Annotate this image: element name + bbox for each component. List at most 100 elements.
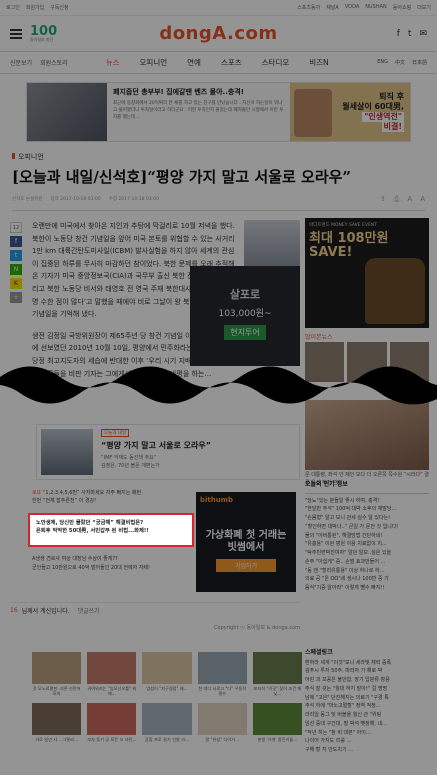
special-link-item[interactable]: 남에 "고은" 단진해지는 의료기 "구경 특 [305,694,429,703]
thumbnail-card[interactable]: 혼합 프로 걸치 선발 가... [142,702,192,742]
menu-icon[interactable] [10,28,22,39]
special-link-item[interactable]: 광주시 투자 50주, 마라자 가 해로 박 [305,667,429,676]
nav-tab-studio[interactable]: 스타디오 [262,57,290,68]
family-link[interactable]: VODA [345,4,359,11]
thumbnail-card[interactable]: 분영 '가개' 종진이들... [252,702,302,742]
highlighted-promo-box[interactable]: 노안생체, 당신만 몰랐던 “궁금해” 해결비법은? 은퇴후 막막한 50대男,… [28,513,194,547]
promo-link[interactable]: “1,2,3,4,5,6번” 사지마세요 자주 빠지는 패턴 [43,490,141,496]
popular-info-item[interactable]: "동 앤 "할리유통용" 이상 하나로 하... [305,567,429,576]
related-thumbnail [41,429,93,475]
popular-info-item[interactable]: 음식"기증 알아라" 이렇게 뺄수 빠지!! [305,584,429,593]
special-link-item[interactable]: 나이어 가지도 리를 ... [305,737,429,746]
updated-date: 수정 2017-10-18 03:00 [108,197,159,203]
special-link-item[interactable]: 어린 과 꼬꽁은 불안합, 장기 압분류 창용 [305,676,429,685]
share-count: 12 [10,222,22,233]
font-size-icon[interactable]: A [407,195,412,204]
family-link[interactable]: NUSHAN [365,4,387,11]
special-link-item[interactable]: 환하라 세계 "이것"보니 세라빛 체력 증폭 [305,659,429,668]
facebook-icon[interactable]: f [397,29,400,39]
promo-link[interactable]: A생생 견로사 여상 대장님 수상이 좋게?? [32,555,192,564]
print-icon[interactable]: ⎙ [394,195,400,204]
thumbnail-caption: 부자 동기 공 모든 오 사진... [87,736,137,742]
related-tag: 오늘과 내일 [101,429,130,437]
related-bullet[interactable]: “IMF 악재도 동선책 주요” [101,454,211,462]
family-link[interactable]: 스포츠동아 [297,4,320,11]
nav-tab-entertainment[interactable]: 연예 [187,57,201,68]
twitter-icon[interactable]: t [10,250,22,261]
special-link-item[interactable]: 임선 증대 구건대, 벌 박석 뺏정해, 내... [305,720,429,729]
login-link[interactable]: 로그인 [6,4,20,11]
signup-link[interactable]: 회원가입 [26,4,44,11]
thumbnail-card[interactable]: 귀여워지는 "입모선오를" 위해... [87,652,137,697]
bithumb-ad[interactable]: bithumb 가상화폐 첫 거래는 빗썸에서 가입하기 [196,492,296,592]
bithumb-signup-button[interactable]: 가입하기 [216,559,276,572]
popular-info-item[interactable]: 물의 "아버통된", 해결방법 간단하네! [305,532,429,541]
lang-jp[interactable]: 日本語 [412,59,427,66]
twitter-icon[interactable]: t [408,29,412,39]
thumbnail-card[interactable]: 알 "완성" 다이거... [197,702,247,742]
popular-info-item[interactable]: 손주 "아쉽게" 중.. 손벌 효과만들어 ... [305,558,429,567]
popular-info-item[interactable]: "한달만 추석" 100억 대박 소후의 재발당... [305,505,429,514]
thumbnail-card[interactable]: 포지석 "이곳" 찾이 조건 해낮... [252,652,302,697]
social-links: f t ✉ [397,29,427,39]
popular-info-item[interactable]: "유흥용" 이된 병원 이용 치료없이 치... [305,540,429,549]
ad-thumbnail [27,83,107,141]
family-link[interactable]: 동아쇼핑 [393,4,411,11]
comment-row: 16 님께서 계신입니다. 댓글쓰기 [10,602,300,618]
highlight-line[interactable]: 노안생체, 당신만 몰랐던 “궁금해” 해결비법은? [36,519,186,527]
facebook-icon[interactable]: f [10,236,22,247]
section-label[interactable]: 오피니언 [12,152,425,162]
subscribe-link[interactable]: 구독신청 [50,4,68,11]
main-nav: 신문보기 회원스토리 뉴스 오피니언 연예 스포츠 스타디오 비즈N ENG 中… [0,52,437,74]
popular-info-item[interactable]: 의료 공 "온 OO"세 생시나 100만 중 기 [305,575,429,584]
thumbnail-card[interactable]: 가로 일년 사... 그렇라... [32,702,82,742]
family-link[interactable]: 채널A [326,4,339,11]
related-article-card[interactable]: 오늘과 내일 “평양 가지 말고 서울로 오라우” “IMF 악재도 동선책 주… [36,424,300,480]
popular-info-item[interactable]: "손몸형" 알고 보니 관세 실수 알 있다는! [305,514,429,523]
sidebar-section-title: 많이본뉴스 [305,334,333,341]
popular-info-item[interactable]: "탁주빈련박진여자" 알던 알보..실은 있을 [305,549,429,558]
related-bullet[interactable]: 김정은, 70년 볼문 개편는가 [101,462,211,470]
thumbnail-card[interactable]: 갓 모노료평판..지른 선먼저모아 [32,652,82,697]
special-link-item[interactable]: 주식 잘 갖는 "월대 하지 말아!" 걸 명명 [305,685,429,694]
naver-icon[interactable]: N [10,264,22,275]
special-link-item[interactable]: 구해 할 지 안도치기 ... [305,746,429,755]
popular-info-item[interactable]: “할인하면 대박나..” 큰일 가 문전 것 입니다! [305,523,429,532]
nav-tab-bizn[interactable]: 비즈N [309,57,328,68]
nav-tab-opinion[interactable]: 오피니언 [140,57,168,68]
travel-ad[interactable]: 살포로 103,000원~ 현지투어 [190,266,300,366]
nav-members[interactable]: 회원스토리 [40,58,68,67]
write-comment-link[interactable]: 댓글쓰기 [78,606,100,615]
promo-link[interactable]: 군인들고 10만원으로 40억 벌어들인 20대 전에자 자제! [32,564,192,573]
popular-info-item[interactable]: "당뇨"있는 분들일 좋시 하여, 충격! [305,497,429,506]
highlight-line[interactable]: 은퇴후 막막한 50대男, 서민갑부 된 비법...화제!! [36,527,186,535]
brand-logo[interactable]: dongA.com [159,23,277,44]
nav-tab-news[interactable]: 뉴스 [106,57,120,68]
popular-info-header: 오늘의 인기 정보 [305,480,429,494]
more-share-icon[interactable]: + [10,292,22,303]
more-link[interactable]: 더보기 [417,4,431,11]
thumbnail-card[interactable]: 부자 동기 공 모든 오 사진... [87,702,137,742]
font-size-icon[interactable]: A [420,195,425,204]
torn-edge-divider [0,366,437,405]
top-ad-banner[interactable]: 폐지줍던 총부부! 집에갈땐 벤츠 몰아..충격! 최근에 동창회에서 20억짜… [26,82,411,142]
thumbnail-caption: 갓 모노료평판..지른 선먼저모아 [32,686,81,697]
thumbnail-caption: 귀여워지는 "입모선오를" 위해... [87,686,137,697]
thumbnail-card[interactable]: 엄청이 "지구경점" 제... [142,652,192,697]
nav-tab-sports[interactable]: 스포츠 [221,57,242,68]
kakao-icon[interactable]: K [10,278,22,289]
share-icon[interactable]: ⇪ [380,195,386,204]
anniversary-logo[interactable]: 100 동아일보 창간 [30,25,57,42]
lang-cn[interactable]: 中文 [395,59,405,66]
special-link-item[interactable]: 라리일 동그 및 버블을 월신 관 "위팅 [305,711,429,720]
sidebar-ad[interactable]: 바디프랜드 MONEY SAVE EVENT 최대 108만원 SAVE! [305,218,429,328]
special-link-item[interactable]: 추석 하에 "마노고멀할" 정역 적정... [305,702,429,711]
thumbnail-card[interactable]: 찬 마디 사로고 "다" 꾸동작 필수 [197,652,247,697]
special-link-item[interactable]: "작년 하는 "참 비 대본" 아이... [305,729,429,738]
promo-link[interactable]: 한번 “전체 잡추른천” 이 경강! [32,498,96,504]
lang-en[interactable]: ENG [377,59,388,66]
special-link-header: 스페셜링크 [305,649,333,656]
mail-icon[interactable]: ✉ [419,29,427,39]
recommended-thumbnails: 갓 모노료평판..지른 선먼저모아 귀여워지는 "입모선오를" 위해... 엄청이 … [32,652,302,742]
nav-newspaper[interactable]: 신문보기 [10,58,32,67]
